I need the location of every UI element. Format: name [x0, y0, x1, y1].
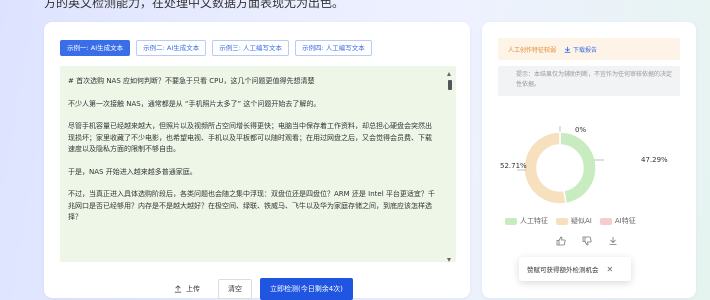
download-label: 下载报告 [573, 46, 598, 54]
result-verdict: 人工创作特征较弱 [508, 46, 557, 54]
upload-button[interactable]: 上传 [164, 279, 210, 299]
legend-item-human: 人工特征 [505, 216, 548, 226]
legend-label: 人工特征 [520, 217, 548, 225]
legend-swatch [599, 217, 612, 225]
chart-legend: 人工特征 疑似AI AI特征 [505, 216, 636, 226]
data-label-human-feature: 47.29% [641, 156, 668, 164]
paragraph: # 首次选购 NAS 应如何判断？不要急于只看 CPU，这几个问题更值得先想清楚 [68, 77, 315, 85]
intro-text: 方的英文检测能力，在处理中文数据方面表现尤为出色。 [44, 0, 345, 10]
donut-segment-1 [523, 131, 567, 205]
donut-segment-0 [559, 131, 597, 205]
detect-button[interactable]: 立即检测(今日剩余4次) [260, 278, 353, 300]
legend-swatch [505, 217, 517, 225]
text-input-area[interactable]: # 首次选购 NAS 应如何判断？不要急于只看 CPU，这几个问题更值得先想清楚… [60, 66, 456, 262]
close-icon[interactable]: ✕ [607, 265, 614, 274]
paragraph: 不少人第一次接触 NAS，通常都是从 “手机照片太多了” 这个问题开始去了解的。 [68, 99, 321, 108]
thumbs-down-icon[interactable] [582, 236, 592, 246]
example-tabs: 示例一: AI生成文本 示例二: AI生成文本 示例三: 人工编写文本 示例四:… [60, 40, 372, 56]
action-bar: 上传 清空 立即检测(今日剩余4次) [164, 278, 353, 300]
paragraph: 尽管手机容量已经越来越大，但照片以及视频所占空间增长得更快；电脑当中保存着工作资… [68, 122, 432, 153]
tab-example-1[interactable]: 示例一: AI生成文本 [60, 40, 131, 56]
tab-example-3[interactable]: 示例三: 人工编写文本 [212, 40, 290, 56]
legend-label: AI特征 [614, 217, 636, 225]
legend-swatch [556, 217, 568, 225]
legend-item-suspected-ai: 疑似AI [556, 216, 592, 226]
download-icon [564, 46, 571, 53]
tab-example-2[interactable]: 示例二: AI生成文本 [136, 40, 207, 56]
thumbs-up-icon[interactable] [556, 236, 566, 246]
report-bar: 人工创作特征较弱 下载报告 [498, 38, 680, 60]
disclaimer-note: 提示：本结果仅为辅助判断，不宜作为任何审核依据的决定性依据。 [498, 66, 680, 96]
scroll-down-arrow[interactable] [447, 258, 451, 262]
scroll-up-arrow[interactable] [447, 72, 451, 76]
data-label-ai-feature: 0% [575, 126, 587, 134]
paragraph: 于是，NAS 开始进入越来越多普通家庭。 [68, 167, 197, 176]
data-label-suspected-ai: 52.71% [500, 162, 527, 170]
tab-example-4[interactable]: 示例四: 人工编写文本 [295, 40, 372, 56]
copy-icon[interactable] [608, 236, 618, 246]
legend-label: 疑似AI [571, 217, 592, 225]
result-donut-chart [517, 126, 604, 205]
feedback-bar [556, 236, 618, 246]
download-report-link[interactable]: 下载报告 [564, 45, 597, 54]
vertical-scrollbar[interactable] [447, 72, 452, 262]
upload-icon [174, 285, 182, 293]
upload-label: 上传 [186, 285, 200, 293]
clear-button[interactable]: 清空 [218, 279, 252, 299]
toast-text: 赞赋可获得额外检测机会 [527, 266, 599, 274]
legend-item-ai: AI特征 [599, 216, 636, 226]
scroll-thumb[interactable] [447, 80, 452, 90]
detection-input-panel: 示例一: AI生成文本 示例二: AI生成文本 示例三: 人工编写文本 示例四:… [44, 22, 470, 300]
paragraph: 不过，当真正进入具体选购阶段后，各类问题也会随之集中浮现：双盘位还是四盘位？AR… [68, 190, 435, 221]
promo-toast: 赞赋可获得额外检测机会 ✕ [519, 257, 631, 281]
